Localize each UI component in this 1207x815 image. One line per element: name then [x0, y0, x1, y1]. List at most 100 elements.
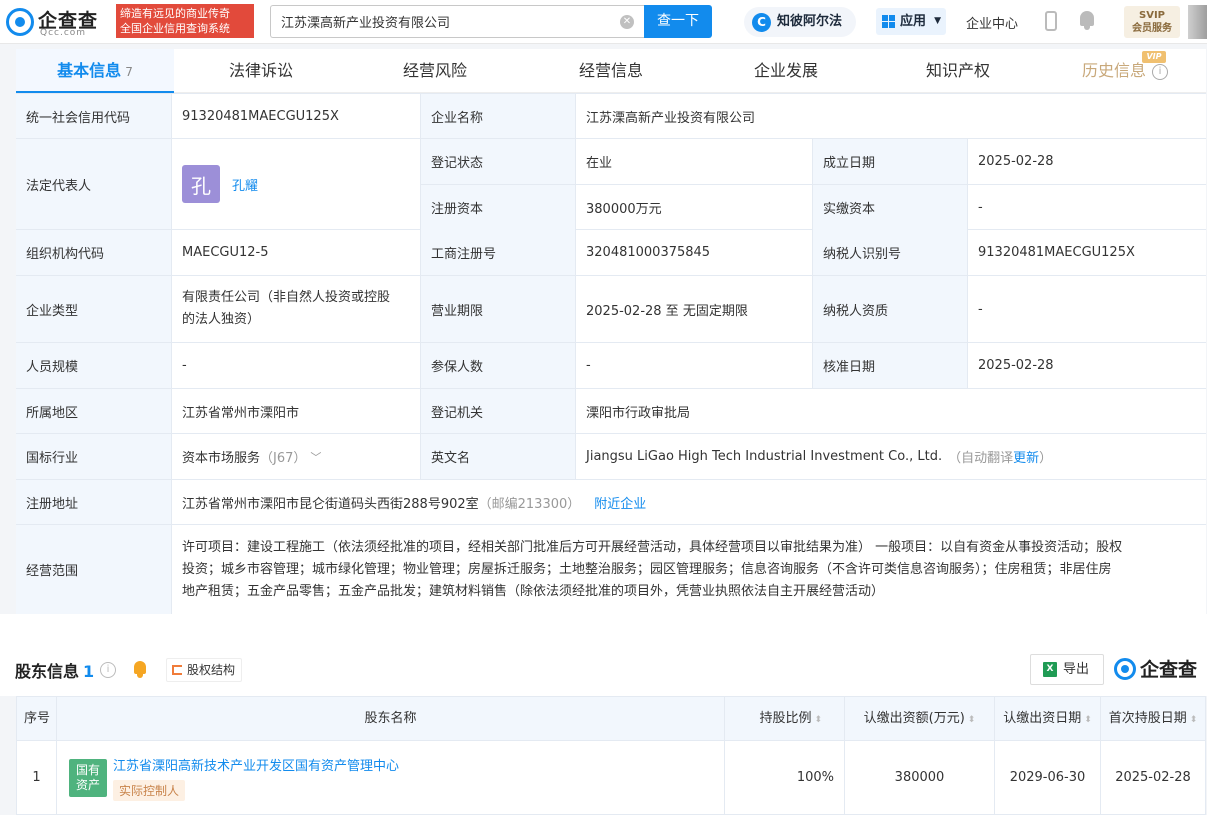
col-shareholder-name: 股东名称: [57, 697, 725, 741]
export-label: 导出: [1063, 662, 1090, 677]
state-asset-logo[interactable]: 国有 资产: [69, 758, 107, 797]
mobile-phone-icon[interactable]: [1045, 11, 1057, 31]
legal-rep-link[interactable]: 孔耀: [232, 175, 258, 194]
company-name-value[interactable]: 江苏溧高新产业投资有限公司: [576, 94, 1206, 138]
tab-business-risk[interactable]: 经营风险: [348, 49, 522, 93]
legal-rep-cell: 孔 孔耀: [172, 139, 421, 229]
col-subscribed-amount[interactable]: 认缴出资额(万元) ⬍: [845, 697, 995, 741]
staff-size-value: -: [172, 343, 421, 388]
export-button[interactable]: X 导出: [1030, 654, 1104, 685]
notification-bell-icon[interactable]: [1078, 11, 1096, 30]
org-code-label: 组织机构代码: [16, 230, 172, 275]
address-cell: 江苏省常州市溧阳市昆仑街道码头西街288号902室 （邮编213300） 附近企…: [172, 480, 1206, 524]
equity-structure-button[interactable]: 股权结构: [166, 658, 242, 682]
tab-basic-info[interactable]: 基本信息 7: [16, 49, 174, 93]
col-share-ratio[interactable]: 持股比例 ⬍: [725, 697, 845, 741]
apps-menu-button[interactable]: 应用 ▼: [876, 8, 946, 35]
paid-capital-value: -: [978, 200, 983, 215]
table-row: 法定代表人 孔 孔耀 登记状态 在业 成立日期 2025-02-28 注册资本 …: [16, 139, 1206, 230]
reg-capital-label: 注册资本: [421, 185, 576, 230]
chevron-down-icon[interactable]: ﹀: [310, 449, 321, 465]
postcode-value: （邮编213300）: [478, 496, 581, 512]
search-button[interactable]: 查一下: [644, 5, 712, 38]
subscribed-amount-value: 380000: [845, 741, 995, 814]
monitor-bell-icon[interactable]: [130, 660, 150, 680]
org-code-value[interactable]: MAECGU12-5: [172, 230, 421, 275]
industry-name: 资本市场服务: [182, 451, 261, 466]
tab-history-info[interactable]: 历史信息 i: [1044, 49, 1206, 93]
subscribe-date-value: 2029-06-30: [995, 741, 1101, 814]
credit-code-value[interactable]: 91320481MAECGU125X: [172, 94, 421, 138]
company-type-line-1: 有限责任公司（非自然人投资或控股: [182, 290, 391, 305]
user-avatar[interactable]: [1188, 5, 1207, 39]
reg-capital-value: 380000万元: [576, 185, 813, 230]
qcc-logo[interactable]: 企查查 Qcc.com: [6, 6, 112, 38]
actual-controller-tag: 实际控制人: [113, 779, 186, 801]
tab-enterprise-development[interactable]: 企业发展: [700, 49, 872, 93]
table-row: 国标行业 资本市场服务 （J67） ﹀ 英文名 Jiangsu LiGao Hi…: [16, 434, 1206, 480]
auto-translate-note-end: ）: [1039, 451, 1053, 466]
info-icon: i: [1152, 63, 1168, 80]
table-row: 所属地区 江苏省常州市溧阳市 登记机关 溧阳市行政审批局: [16, 389, 1206, 434]
col-subscribe-date-label: 认缴出资日期: [1003, 711, 1082, 726]
nearby-companies-link[interactable]: 附近企业: [594, 493, 646, 512]
industry-value[interactable]: 资本市场服务 （J67） ﹀: [172, 434, 421, 479]
shareholder-cell: 国有 资产 江苏省溧阳高新技术产业开发区国有资产管理中心 实际控制人: [57, 741, 725, 814]
first-hold-date-value: 2025-02-28: [1115, 770, 1191, 785]
zhibi-alpha-button[interactable]: C 知彼阿尔法: [744, 7, 856, 37]
address-label: 注册地址: [16, 480, 172, 524]
founded-label: 成立日期: [813, 139, 968, 184]
enterprise-center-link[interactable]: 企业中心: [966, 13, 1018, 32]
search-input[interactable]: [271, 6, 611, 37]
table-row: 组织机构代码 MAECGU12-5 工商注册号 320481000375845 …: [16, 230, 1206, 276]
slogan-banner[interactable]: 缔造有远见的商业传奇 全国企业信用查询系统: [116, 4, 254, 38]
region-label: 所属地区: [16, 389, 172, 433]
capital-subrow: 注册资本 380000万元 实缴资本 -: [421, 185, 1206, 230]
qcc-watermark-logo: 企查查: [1114, 655, 1206, 685]
business-term-label: 营业期限: [421, 276, 576, 342]
info-icon[interactable]: i: [100, 662, 116, 678]
business-scope-line-2: 投资；城乡市容管理；城市绿化管理；物业管理；房屋拆迁服务；土地整治服务；园区管理…: [182, 561, 1112, 577]
taxpayer-id-value[interactable]: 91320481MAECGU125X: [968, 230, 1206, 275]
equity-structure-label: 股权结构: [187, 663, 236, 677]
sort-icon: ⬍: [967, 715, 976, 725]
translate-update-link[interactable]: 更新: [1013, 447, 1039, 466]
col-subscribed-amount-label: 认缴出资额(万元): [863, 711, 965, 726]
col-first-hold-date[interactable]: 首次持股日期 ⬍: [1101, 697, 1205, 741]
approved-date-value: 2025-02-28: [978, 358, 1054, 373]
row-index: 1: [17, 741, 57, 814]
state-asset-logo-line-1: 国有: [75, 762, 100, 777]
biz-reg-no-value[interactable]: 320481000375845: [576, 230, 813, 275]
slogan-line-2: 全国企业信用查询系统: [120, 22, 230, 35]
taxpayer-id-label: 纳税人识别号: [813, 230, 968, 275]
svip-member-button[interactable]: SVIP 会员服务: [1124, 6, 1180, 38]
clear-icon[interactable]: ✕: [620, 15, 634, 29]
region-value: 江苏省常州市溧阳市: [172, 389, 421, 433]
svip-label: SVIP: [1139, 10, 1165, 21]
apps-grid-icon: [882, 15, 895, 28]
excel-icon: X: [1043, 662, 1057, 677]
company-type-line-2: 的法人独资）: [182, 312, 261, 327]
tab-intellectual-property[interactable]: 知识产权: [872, 49, 1044, 93]
tab-business-info[interactable]: 经营信息: [522, 49, 700, 93]
sort-icon: ⬍: [1189, 715, 1198, 725]
english-name-value[interactable]: Jiangsu LiGao High Tech Industrial Inves…: [586, 449, 942, 464]
shareholder-title-text: 股东信息: [15, 662, 80, 681]
table-row: 注册地址 江苏省常州市溧阳市昆仑街道码头西街288号902室 （邮编213300…: [16, 480, 1206, 525]
approved-date-label: 核准日期: [813, 343, 968, 388]
english-name-label: 英文名: [421, 434, 576, 479]
company-name-label: 企业名称: [421, 94, 576, 138]
legal-rep-avatar[interactable]: 孔: [182, 165, 220, 203]
col-subscribe-date[interactable]: 认缴出资日期 ⬍: [995, 697, 1101, 741]
state-asset-logo-line-2: 资产: [75, 777, 100, 792]
alpha-icon: C: [752, 13, 771, 32]
industry-label: 国标行业: [16, 434, 172, 479]
slogan-line-1: 缔造有远见的商业传奇: [120, 7, 230, 20]
company-type-value: 有限责任公司（非自然人投资或控股 的法人独资）: [172, 276, 421, 342]
tab-legal-litigation[interactable]: 法律诉讼: [174, 49, 348, 93]
address-value[interactable]: 江苏省常州市溧阳市昆仑街道码头西街288号902室: [182, 493, 479, 512]
shareholder-name-link[interactable]: 江苏省溧阳高新技术产业开发区国有资产管理中心: [113, 755, 399, 774]
company-type-label: 企业类型: [16, 276, 172, 342]
shareholder-table: 序号 股东名称 持股比例 ⬍ 认缴出资额(万元) ⬍ 认缴出资日期 ⬍ 首次持股日期 ⬍…: [16, 696, 1206, 815]
col-first-hold-date-label: 首次持股日期: [1108, 711, 1187, 726]
